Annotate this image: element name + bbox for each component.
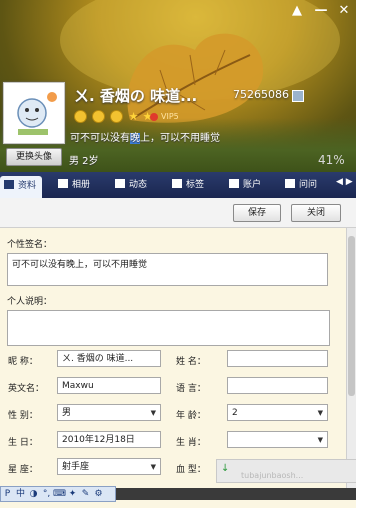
feed-icon: [115, 179, 125, 188]
tab-label: 问问: [299, 180, 318, 190]
sun-level-icon: [92, 110, 106, 123]
tab-bar: 资料 相册 动态 标签 账户 问问 ◀ ▶: [0, 172, 356, 198]
sun-level-icon: [74, 110, 87, 123]
album-icon: [58, 179, 68, 188]
copy-icon[interactable]: [292, 90, 304, 102]
signature-text: 可不可以没有: [70, 133, 130, 144]
tab-question[interactable]: 问问: [285, 175, 317, 195]
close-window-button[interactable]: ✕: [333, 2, 355, 20]
ime-settings-icon[interactable]: ⚙: [92, 487, 105, 501]
zodiac-label: 生 肖：: [176, 438, 206, 448]
language-label: 语 言：: [176, 384, 206, 394]
star-level-icon: ★: [128, 110, 139, 123]
language-field[interactable]: [227, 377, 328, 394]
description-label: 个人说明：: [7, 297, 53, 307]
scrollbar-thumb[interactable]: [348, 236, 355, 396]
tab-label: 相册: [72, 180, 91, 190]
nickname-display: ㄨ. 香烟の 味道...: [74, 87, 198, 105]
level-badges: ★ ★: [74, 110, 154, 124]
tab-feed[interactable]: 动态: [115, 175, 147, 195]
english-name-field[interactable]: Maxwu: [57, 377, 161, 394]
profile-header: ▲ — ✕ 更换头像 ㄨ. 香烟の 味道... 75265086 ★ ★ VIP…: [0, 0, 356, 172]
blood-type-label: 血 型：: [176, 465, 206, 475]
vip-badge[interactable]: VIP5: [150, 112, 179, 121]
vip-icon: [150, 112, 158, 121]
age-select[interactable]: 2: [227, 404, 328, 421]
nickname-label: 昵 称：: [8, 357, 38, 367]
gender-age: 男 2岁: [69, 156, 99, 167]
profile-form: 个性签名： 可不可以没有晚上，可以不用睡觉 个人说明： 昵 称： ㄨ. 香烟の …: [0, 228, 346, 498]
signature-label: 个性签名：: [7, 240, 53, 250]
tab-account[interactable]: 账户: [229, 175, 261, 195]
age-label: 年 龄：: [176, 411, 206, 421]
minimize-button[interactable]: —: [310, 2, 332, 20]
ime-skin-icon[interactable]: ✦: [66, 487, 79, 501]
constellation-select[interactable]: 射手座: [57, 458, 161, 475]
description-field[interactable]: [7, 310, 330, 346]
birthday-label: 生 日：: [8, 438, 38, 448]
profile-completion: 41%: [318, 153, 345, 167]
tab-label: 标签: [186, 180, 205, 190]
question-icon: [285, 179, 295, 188]
ime-toolbar: P 中 ◑ °, ⌨ ✦ ✎ ⚙: [0, 486, 116, 502]
tab-tags[interactable]: 标签: [172, 175, 204, 195]
nickname-field[interactable]: ㄨ. 香烟の 味道...: [57, 350, 161, 367]
ime-edit-icon[interactable]: ✎: [79, 487, 92, 501]
avatar[interactable]: [3, 82, 65, 144]
watermark-text: tubajunbaosh...: [241, 471, 304, 480]
action-bar: 保存 关闭: [0, 198, 356, 228]
profile-window: ▲ — ✕ 更换头像 ㄨ. 香烟の 味道... 75265086 ★ ★ VIP…: [0, 0, 356, 508]
vip-label: VIP5: [161, 112, 179, 121]
tag-icon: [172, 179, 182, 188]
tab-album[interactable]: 相册: [58, 175, 90, 195]
change-avatar-button[interactable]: 更换头像: [6, 148, 62, 166]
ime-language-button[interactable]: 中: [14, 487, 27, 501]
ime-halfwidth-icon[interactable]: ◑: [27, 487, 40, 501]
download-notification[interactable]: ↓ tubajunbaosh...: [216, 459, 356, 483]
account-icon: [229, 179, 239, 188]
constellation-label: 星 座：: [8, 465, 38, 475]
vertical-scrollbar[interactable]: [346, 228, 356, 498]
keyboard-icon[interactable]: ⌨: [53, 487, 66, 501]
birthday-field[interactable]: 2010年12月18日: [57, 431, 161, 448]
english-name-label: 英文名：: [8, 384, 45, 394]
signature-field[interactable]: 可不可以没有晚上，可以不用睡觉: [7, 253, 328, 286]
tab-profile[interactable]: 资料: [0, 176, 43, 198]
download-icon: ↓: [221, 463, 230, 474]
tab-label: 账户: [243, 180, 262, 190]
taskbar-strip: [112, 488, 356, 500]
signature-selected-text: 晚: [130, 133, 140, 144]
close-button[interactable]: 关闭: [291, 204, 341, 222]
qq-number: 75265086: [233, 88, 289, 101]
avatar-cartoon-icon: [4, 83, 64, 143]
name-field[interactable]: [227, 350, 328, 367]
gender-select[interactable]: 男: [57, 404, 161, 421]
signature-text: 上，可以不用睡觉: [140, 133, 220, 144]
tab-scroll-arrows[interactable]: ◀ ▶: [336, 177, 353, 187]
ime-punctuation-icon[interactable]: °,: [40, 487, 53, 501]
zodiac-select[interactable]: [227, 431, 328, 448]
gender-label: 性 别：: [8, 411, 38, 421]
profile-icon: [4, 180, 14, 189]
ime-mode-icon[interactable]: P: [1, 487, 14, 501]
tab-label: 资料: [18, 181, 37, 191]
name-label: 姓 名：: [176, 357, 206, 367]
sun-level-icon: [110, 110, 124, 123]
pin-button[interactable]: ▲: [286, 2, 308, 20]
tab-label: 动态: [129, 180, 148, 190]
save-button[interactable]: 保存: [233, 204, 281, 222]
signature-display[interactable]: 可不可以没有晚上，可以不用睡觉: [70, 129, 220, 144]
